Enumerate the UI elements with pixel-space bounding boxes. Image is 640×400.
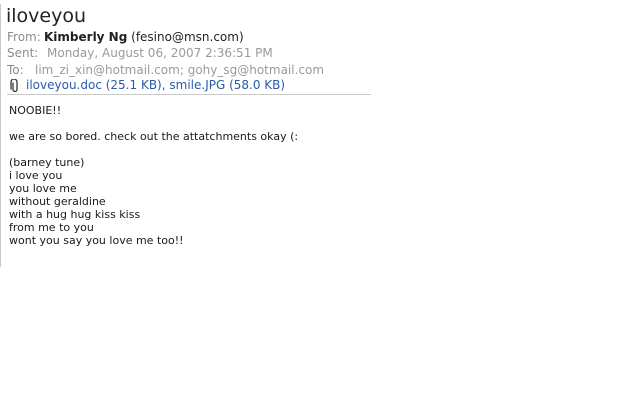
attachments-row: iloveyou.doc (25.1 KB), smile.JPG (58.0 … (10, 77, 285, 93)
from-row: From: Kimberly Ng (fesino@msn.com) (7, 30, 244, 45)
sent-date: Monday, August 06, 2007 2:36:51 PM (47, 46, 273, 60)
message-body: NOOBIE!! we are so bored. check out the … (9, 104, 298, 247)
sent-row: Sent: Monday, August 06, 2007 2:36:51 PM (7, 46, 273, 61)
message-intro: we are so bored. check out the attatchme… (9, 130, 299, 143)
song-line: with a hug hug kiss kiss (9, 208, 141, 221)
left-border (0, 4, 1, 267)
to-label: To: (7, 63, 24, 77)
song-line: you love me (9, 182, 77, 195)
header-divider (7, 94, 371, 95)
paperclip-icon (10, 77, 20, 93)
message-greeting: NOOBIE!! (9, 104, 62, 117)
song-line: from me to you (9, 221, 94, 234)
attachment-iloveyou-doc[interactable]: iloveyou.doc (25.1 KB) (26, 78, 162, 92)
attachment-separator: , (161, 78, 166, 92)
attachment-smile-jpg[interactable]: smile.JPG (58.0 KB) (169, 78, 285, 92)
from-label: From: (7, 30, 41, 44)
song-line: (barney tune) (9, 156, 85, 169)
sent-label: Sent: (7, 46, 39, 60)
email-subject: iloveyou (6, 5, 87, 27)
sender-email: (fesino@msn.com) (131, 30, 244, 44)
email-view: iloveyou From: Kimberly Ng (fesino@msn.co… (0, 0, 640, 400)
song-line: without geraldine (9, 195, 106, 208)
song-line: wont you say you love me too!! (9, 234, 184, 247)
to-row: To: lim_zi_xin@hotmail.com; gohy_sg@hotma… (7, 63, 324, 78)
recipients: lim_zi_xin@hotmail.com; gohy_sg@hotmail.… (35, 63, 325, 77)
song-line: i love you (9, 169, 63, 182)
sender-name: Kimberly Ng (44, 30, 128, 44)
